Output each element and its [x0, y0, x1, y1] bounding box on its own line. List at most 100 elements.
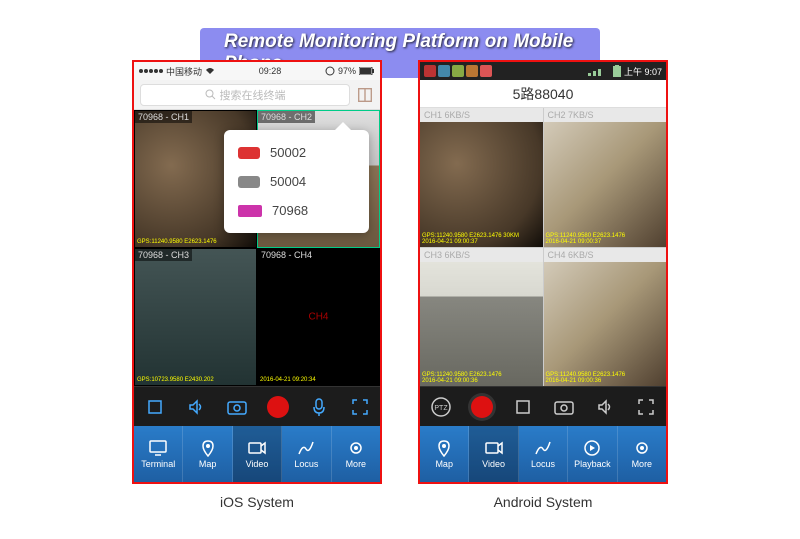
- playback-icon: [582, 439, 602, 457]
- nav-video[interactable]: Video: [469, 426, 518, 482]
- ios-bottom-nav: Terminal Map Video Locus: [134, 426, 380, 482]
- feed-overlay: 2016-04-21 09:20:34: [260, 377, 316, 383]
- video-tile-ch1[interactable]: CH1 6KB/S GPS:11240.9580 E2623.1476 30KM…: [420, 108, 543, 247]
- android-video-grid: CH1 6KB/S GPS:11240.9580 E2623.1476 30KM…: [420, 108, 666, 386]
- expand-button[interactable]: [347, 394, 373, 420]
- battery-pct: 97%: [338, 66, 356, 76]
- vehicle-option[interactable]: 70968: [224, 196, 369, 225]
- ios-column: 中国移动 09:28 97% 搜索在线终端: [132, 60, 382, 510]
- nav-label: Locus: [531, 459, 555, 469]
- gear-icon: [632, 439, 652, 457]
- search-placeholder: 搜索在线终端: [220, 87, 286, 103]
- feed-overlay: GPS:10723.9580 E2430.202: [137, 377, 214, 383]
- snapshot-button[interactable]: [224, 394, 250, 420]
- ios-control-bar: [134, 386, 380, 426]
- android-status-bar: 上午 9:07: [420, 62, 666, 80]
- tile-label: 70968 - CH2: [258, 111, 315, 123]
- phones-container: 中国移动 09:28 97% 搜索在线终端: [0, 60, 800, 510]
- nav-label: More: [632, 459, 653, 469]
- nav-locus[interactable]: Locus: [282, 426, 331, 482]
- tile-label: 70968 - CH4: [258, 249, 315, 261]
- battery-icon: [359, 67, 375, 75]
- nav-terminal[interactable]: Terminal: [134, 426, 183, 482]
- status-icon: [424, 65, 436, 77]
- locus-icon: [296, 439, 316, 457]
- video-tile-ch3[interactable]: CH3 6KB/S GPS:11240.9580 E2623.14762016-…: [420, 248, 543, 387]
- video-tile-ch4[interactable]: CH4 6KB/S GPS:11240.9580 E2623.14762016-…: [544, 248, 667, 387]
- gear-icon: [346, 439, 366, 457]
- vehicle-popup: 50002 50004 70968: [224, 130, 369, 233]
- android-control-bar: PTZ: [420, 386, 666, 426]
- android-status-icons: [424, 65, 492, 77]
- android-bottom-nav: Map Video Locus Playback: [420, 426, 666, 482]
- android-title-bar: 5路88040: [420, 80, 666, 108]
- nav-video[interactable]: Video: [233, 426, 282, 482]
- video-tile-ch4[interactable]: 70968 - CH4 CH4 2016-04-21 09:20:34: [257, 248, 380, 386]
- signal-icon: [588, 66, 610, 76]
- vehicle-id: 50002: [270, 145, 306, 160]
- nav-label: Map: [435, 459, 453, 469]
- nav-more[interactable]: More: [618, 426, 666, 482]
- vehicle-option[interactable]: 50004: [224, 167, 369, 196]
- android-time: 上午 9:07: [624, 65, 662, 78]
- nav-label: Playback: [574, 459, 611, 469]
- feed-overlay: GPS:11240.9580 E2623.14762016-04-21 09:0…: [546, 233, 626, 245]
- alarm-icon: [325, 66, 335, 76]
- stop-button[interactable]: [510, 394, 536, 420]
- android-caption: Android System: [418, 494, 668, 510]
- ios-search-bar: 搜索在线终端: [134, 80, 380, 110]
- record-button[interactable]: [265, 394, 291, 420]
- record-button[interactable]: [469, 394, 495, 420]
- android-column: 上午 9:07 5路88040 CH1 6KB/S GPS:11240.9580…: [418, 60, 668, 510]
- carrier-label: 中国移动: [166, 65, 202, 78]
- snapshot-button[interactable]: [551, 394, 577, 420]
- tile-label: CH2 7KB/S: [544, 108, 667, 122]
- feed-overlay: GPS:11240.9580 E2623.1476: [137, 239, 217, 245]
- ios-phone: 中国移动 09:28 97% 搜索在线终端: [132, 60, 382, 484]
- nav-label: Map: [199, 459, 217, 469]
- nav-label: Video: [482, 459, 505, 469]
- tile-label: 70968 - CH3: [135, 249, 192, 261]
- nav-playback[interactable]: Playback: [568, 426, 617, 482]
- video-icon: [484, 439, 504, 457]
- nav-map[interactable]: Map: [420, 426, 469, 482]
- feed-overlay: GPS:11240.9580 E2623.1476 30KM2016-04-21…: [422, 233, 519, 245]
- wifi-icon: [205, 67, 215, 75]
- status-icon: [480, 65, 492, 77]
- ptz-button[interactable]: PTZ: [428, 394, 454, 420]
- tile-label: 70968 - CH1: [135, 111, 192, 123]
- locus-icon: [533, 439, 553, 457]
- map-pin-icon: [198, 439, 218, 457]
- nav-label: More: [346, 459, 367, 469]
- mic-button[interactable]: [306, 394, 332, 420]
- nav-label: Video: [246, 459, 269, 469]
- nav-label: Terminal: [141, 459, 175, 469]
- video-icon: [247, 439, 267, 457]
- expand-button[interactable]: [633, 394, 659, 420]
- sound-button[interactable]: [592, 394, 618, 420]
- status-icon: [438, 65, 450, 77]
- stop-button[interactable]: [142, 394, 168, 420]
- feed-overlay: GPS:11240.9580 E2623.14762016-04-21 09:0…: [546, 372, 626, 384]
- nav-more[interactable]: More: [332, 426, 380, 482]
- tile-label: CH4 6KB/S: [544, 248, 667, 262]
- vehicle-id: 70968: [272, 203, 308, 218]
- car-icon: [238, 147, 260, 159]
- sound-button[interactable]: [183, 394, 209, 420]
- tile-label: CH1 6KB/S: [420, 108, 543, 122]
- nav-locus[interactable]: Locus: [519, 426, 568, 482]
- terminal-icon: [148, 439, 168, 457]
- video-tile-ch3[interactable]: 70968 - CH3 GPS:10723.9580 E2430.202: [134, 248, 257, 386]
- ios-caption: iOS System: [132, 494, 382, 510]
- nav-map[interactable]: Map: [183, 426, 232, 482]
- bookmark-icon[interactable]: [356, 86, 374, 104]
- vehicle-option[interactable]: 50002: [224, 138, 369, 167]
- video-tile-ch2[interactable]: CH2 7KB/S GPS:11240.9580 E2623.14762016-…: [544, 108, 667, 247]
- map-pin-icon: [434, 439, 454, 457]
- vehicle-id: 50004: [270, 174, 306, 189]
- search-input[interactable]: 搜索在线终端: [140, 84, 350, 106]
- tile-label: CH3 6KB/S: [420, 248, 543, 262]
- status-icon: [466, 65, 478, 77]
- status-icon: [452, 65, 464, 77]
- signal-dots-icon: [139, 69, 163, 73]
